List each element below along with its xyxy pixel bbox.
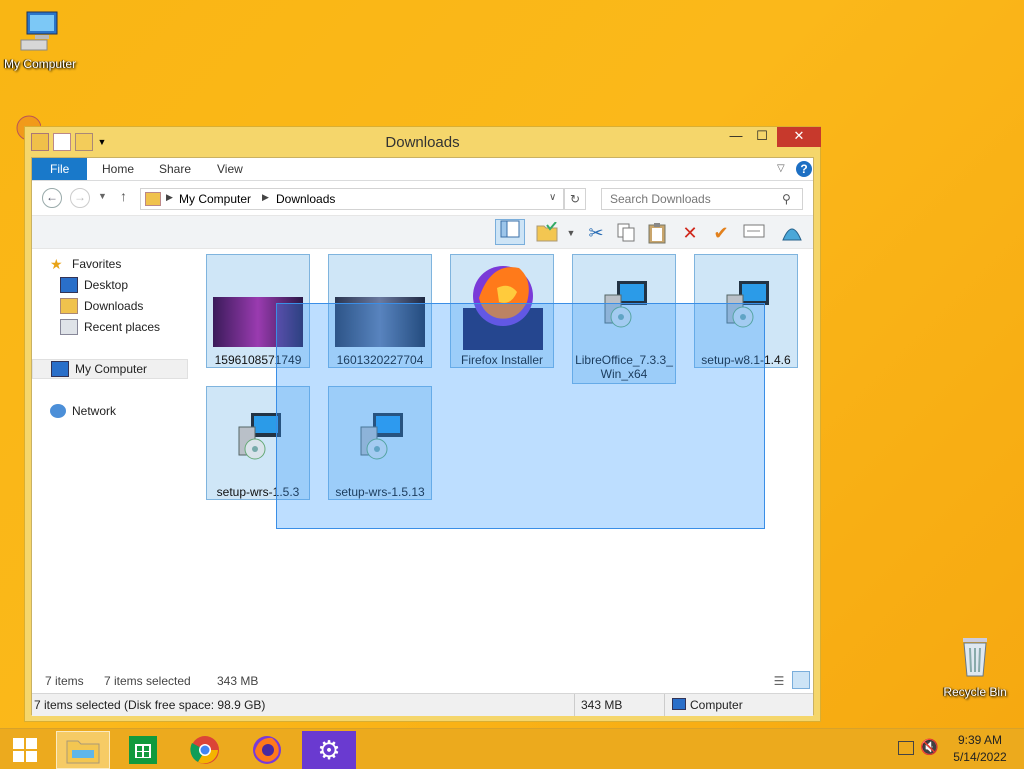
network-icon — [50, 404, 66, 418]
taskbar: ⚙ 🔇 9:39 AM 5/14/2022 — [0, 728, 1024, 769]
item-count: 7 items — [45, 674, 84, 688]
status-bar: 7 items selected (Disk free space: 98.9 … — [32, 693, 813, 716]
breadcrumb-my-computer[interactable]: My Computer — [179, 192, 251, 206]
desktop-icon-label: My Computer — [3, 57, 77, 71]
nav-desktop-label: Desktop — [84, 278, 129, 292]
desktop-icon-recycle-bin[interactable]: Recycle Bin — [935, 632, 1015, 699]
taskbar-chrome[interactable] — [180, 731, 230, 769]
nav-favorites-label: Favorites — [72, 257, 122, 271]
tab-file[interactable]: File — [32, 158, 88, 180]
computer-icon — [51, 361, 69, 377]
tab-home[interactable]: Home — [102, 158, 134, 180]
ribbon-tabs: File Home Share View ▽ ? — [32, 158, 813, 181]
taskbar-firefox[interactable] — [242, 731, 292, 769]
gear-icon: ⚙ — [317, 735, 341, 765]
forward-arrow-icon[interactable]: → — [70, 188, 90, 208]
recent-places-icon — [60, 319, 78, 335]
computer-icon — [672, 698, 686, 710]
close-button[interactable]: ✕ — [777, 127, 821, 147]
clock-date[interactable]: 5/14/2022 — [950, 750, 1010, 764]
title-bar[interactable]: ▼ Downloads — ☐ ✕ — [25, 127, 821, 157]
tab-view[interactable]: View — [217, 158, 243, 180]
breadcrumb-downloads[interactable]: Downloads — [276, 192, 335, 206]
breadcrumb-separator-icon: ▶ — [166, 192, 173, 202]
selected-count: 7 items selected — [104, 674, 191, 688]
downloads-folder-icon — [60, 298, 78, 314]
nav-network[interactable]: Network — [50, 401, 116, 421]
checkmark-icon[interactable]: ✔ — [709, 222, 733, 244]
volume-muted-icon[interactable]: 🔇 — [920, 738, 939, 756]
cut-icon[interactable]: ✂ — [584, 222, 608, 244]
nav-recent-label: Recent places — [84, 320, 161, 334]
up-arrow-icon[interactable]: ↑ — [120, 188, 127, 204]
preview-pane-icon[interactable] — [495, 219, 525, 245]
refresh-icon[interactable]: ↻ — [564, 188, 586, 210]
recycle-bin-icon — [963, 638, 987, 677]
nav-network-label: Network — [72, 404, 117, 418]
selected-size: 343 MB — [217, 674, 259, 688]
nav-desktop[interactable]: Desktop — [60, 275, 128, 295]
chevron-down-icon[interactable]: ▼ — [559, 222, 583, 244]
search-icon[interactable]: ⚲ — [782, 192, 791, 206]
nav-recent-places[interactable]: Recent places — [60, 317, 160, 337]
ribbon-expand-icon[interactable]: ▽ — [777, 158, 785, 180]
shell-icon[interactable] — [780, 222, 804, 244]
large-icons-view-icon[interactable] — [792, 671, 810, 689]
window-title: Downloads — [385, 134, 460, 151]
windows-logo-icon — [13, 738, 37, 762]
navigation-pane: ★ Favorites Desktop Downloads Recent pla… — [32, 249, 196, 669]
paste-icon[interactable] — [645, 222, 669, 244]
help-icon[interactable]: ? — [796, 161, 812, 177]
desktop-icon — [60, 277, 78, 293]
taskbar-settings[interactable]: ⚙ — [302, 731, 356, 769]
start-button[interactable] — [0, 731, 50, 769]
computer-icon — [20, 11, 58, 51]
rename-icon[interactable] — [742, 222, 766, 244]
chrome-icon — [190, 736, 219, 764]
details-view-icon[interactable]: ☰ — [770, 672, 788, 690]
nav-downloads-label: Downloads — [84, 299, 144, 313]
selection-rectangle — [276, 303, 765, 529]
firefox-icon — [253, 736, 281, 764]
star-icon: ★ — [50, 256, 63, 272]
folder-icon — [145, 192, 161, 206]
desktop-icon-label: Recycle Bin — [943, 685, 1007, 699]
nav-computer-label: My Computer — [75, 362, 148, 376]
back-arrow-icon[interactable]: ← — [42, 188, 62, 208]
status-size: 343 MB — [581, 698, 623, 712]
file-explorer-icon — [66, 740, 100, 764]
recent-locations-icon[interactable]: ▼ — [98, 191, 107, 201]
copy-icon[interactable] — [614, 222, 638, 244]
clock-time[interactable]: 9:39 AM — [950, 733, 1010, 747]
nav-downloads[interactable]: Downloads — [60, 296, 143, 316]
store-icon — [129, 736, 157, 764]
status-divider — [574, 694, 575, 716]
status-divider — [664, 694, 665, 716]
maximize-button[interactable]: ☐ — [747, 127, 777, 147]
search-input[interactable]: Search Downloads — [601, 188, 803, 210]
command-toolbar: ▼ ✂ ✕ ✔ — [32, 215, 813, 249]
nav-my-computer[interactable]: My Computer — [32, 359, 188, 379]
network-tray-icon[interactable] — [898, 741, 914, 755]
breadcrumb-separator-icon: ▶ — [262, 192, 269, 202]
folder-options-icon[interactable] — [535, 221, 559, 244]
delete-icon[interactable]: ✕ — [678, 222, 702, 244]
item-status-row: 7 items 7 items selected 343 MB ☰ — [32, 669, 813, 693]
status-location: Computer — [690, 698, 743, 712]
address-dropdown-icon[interactable]: ∨ — [549, 192, 556, 203]
taskbar-store[interactable] — [118, 731, 168, 769]
taskbar-file-explorer[interactable] — [56, 731, 110, 769]
nav-favorites[interactable]: ★ Favorites — [50, 254, 121, 274]
desktop-icon-my-computer[interactable]: My Computer — [0, 10, 80, 71]
address-bar[interactable]: ▶ My Computer ▶ Downloads ∨ — [140, 188, 564, 210]
address-row: ← → ▼ ↑ ▶ My Computer ▶ Downloads ∨ ↻ Se… — [32, 181, 813, 215]
status-selection-info: 7 items selected (Disk free space: 98.9 … — [34, 698, 266, 712]
tab-share[interactable]: Share — [159, 158, 191, 180]
